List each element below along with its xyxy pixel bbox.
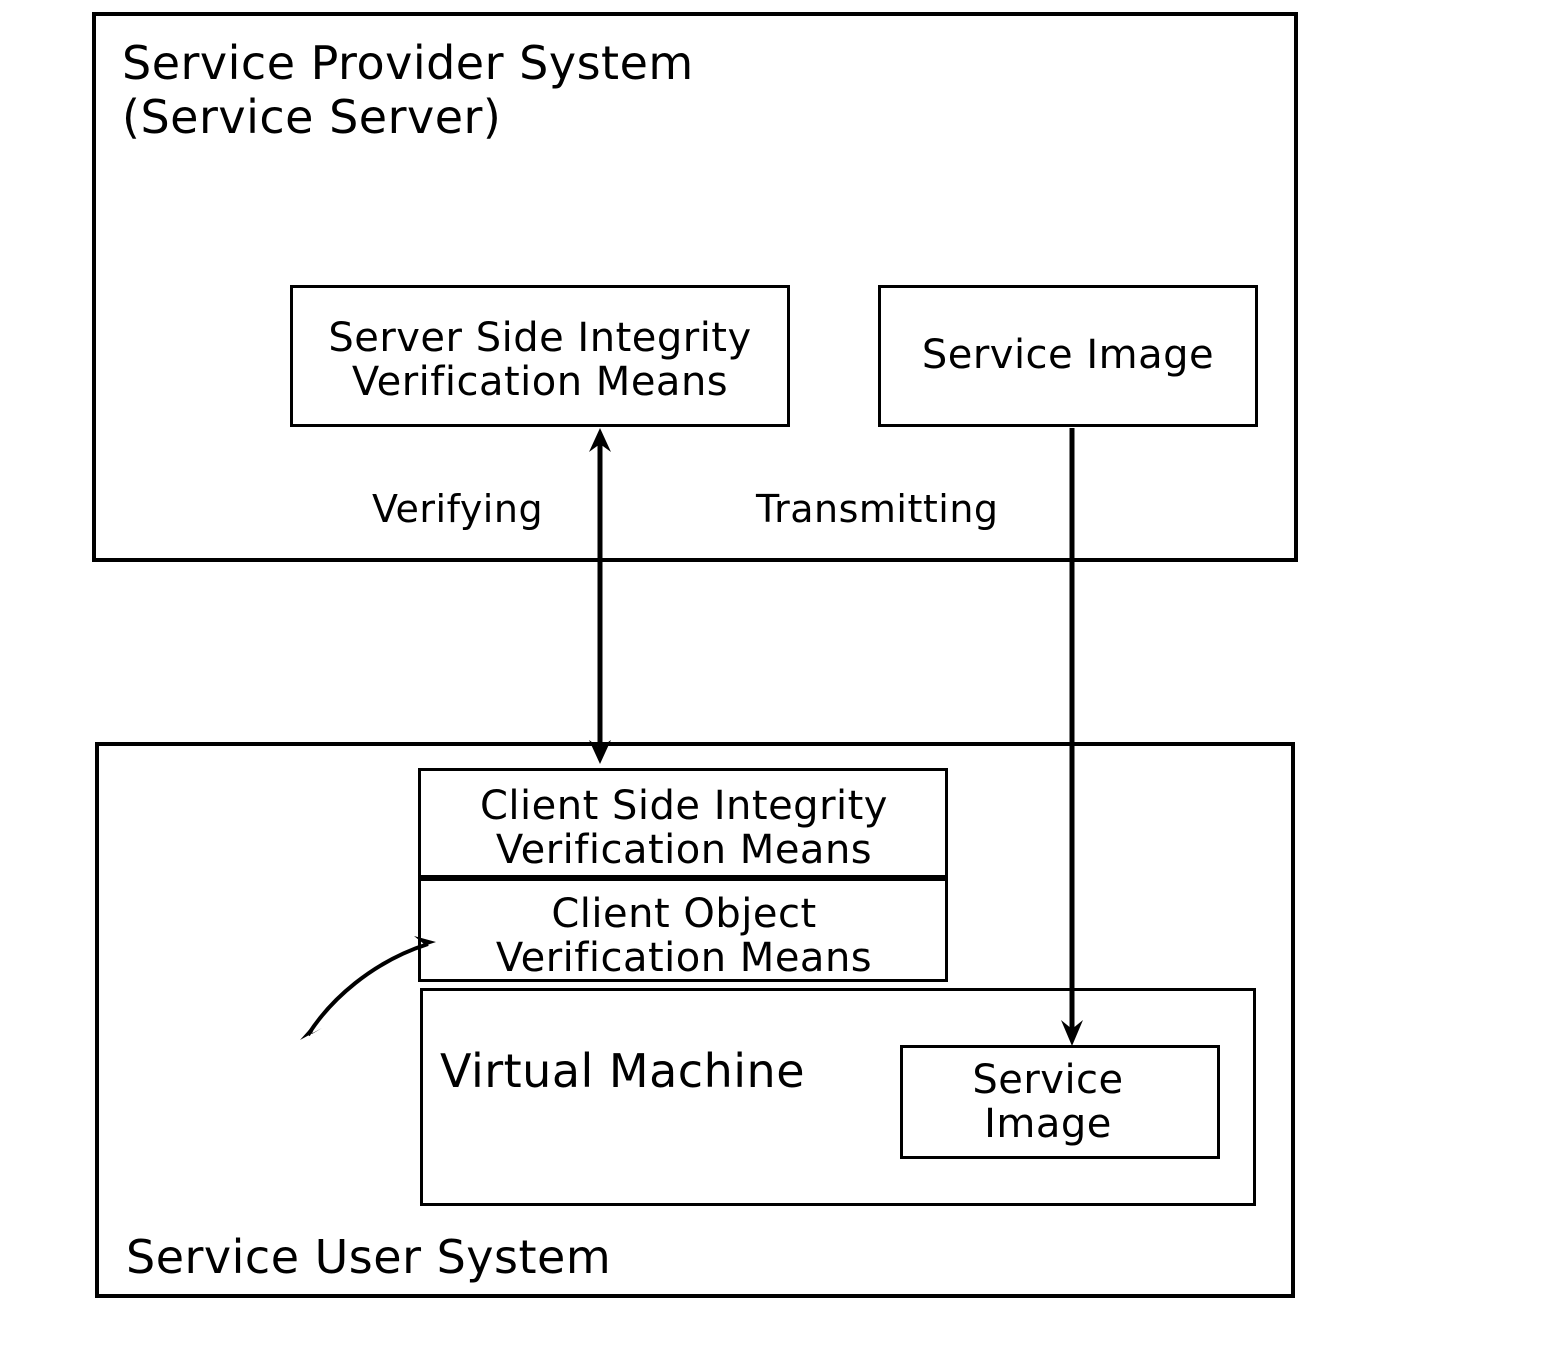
verifying-arrow xyxy=(589,428,611,764)
connector-layer xyxy=(300,428,1083,1046)
client-object-leader-arrow xyxy=(300,936,436,1040)
diagram-canvas: Service Provider System (Service Server)… xyxy=(0,0,1553,1345)
transmitting-arrow xyxy=(1061,428,1083,1046)
